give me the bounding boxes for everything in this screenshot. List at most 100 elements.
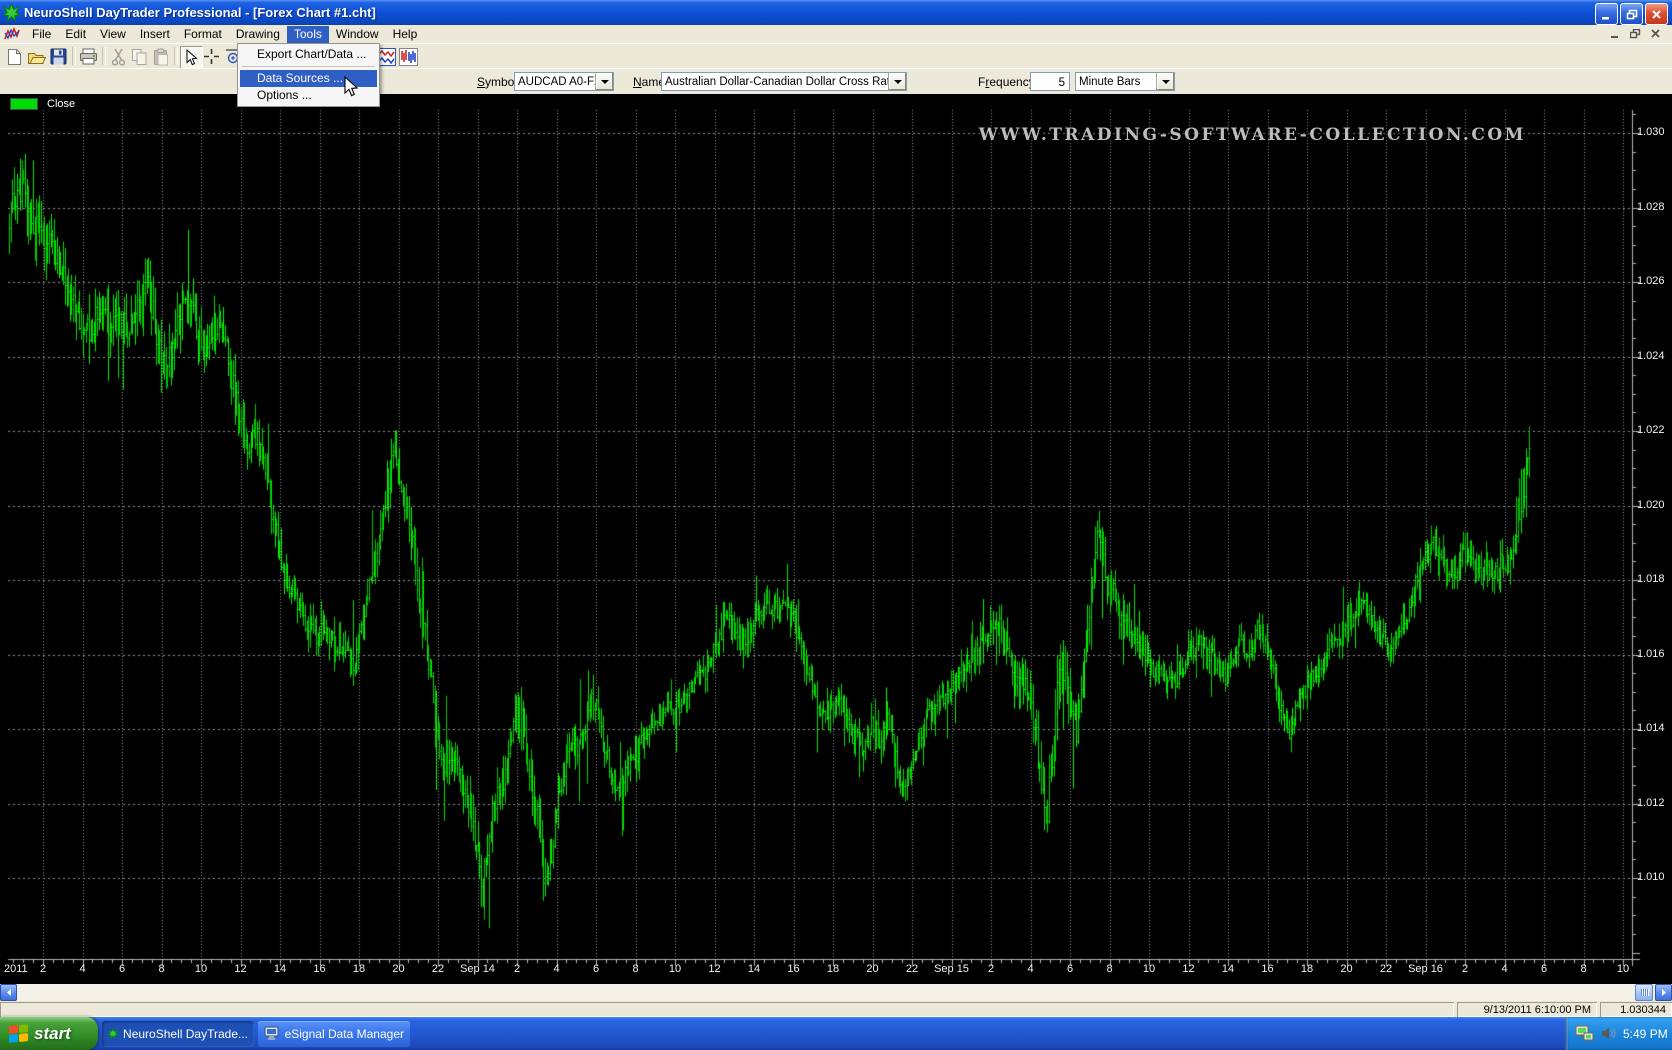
x-axis-label: 18 [353,963,365,975]
app-icon [3,4,20,21]
volume-tray-icon[interactable] [1601,1026,1617,1041]
restore-button[interactable] [1620,3,1643,25]
menu-help[interactable]: Help [386,26,425,43]
mdi-minimize-icon [1611,29,1621,39]
copy-button[interactable] [129,46,150,67]
x-axis-label: Sep 15 [934,963,969,975]
symbol-label: Symbol [477,75,517,89]
close-button[interactable] [1645,3,1668,25]
taskbar-clock: 5:49 PM [1623,1027,1668,1041]
x-axis-label: 14 [1222,963,1234,975]
minimize-icon [1601,9,1612,20]
menu-file[interactable]: File [25,26,58,43]
start-button[interactable]: start [0,1017,98,1050]
document-icon [4,27,20,41]
x-axis-label: 2011 [4,963,28,975]
symbol-value: AUDCAD A0-FX [515,76,595,88]
x-axis-label: 12 [234,963,246,975]
paste-button[interactable] [150,46,171,67]
x-axis-label: 10 [669,963,681,975]
x-axis-label: 4 [1501,963,1507,975]
x-axis-label: 12 [1182,963,1194,975]
arrow-right-icon [1660,988,1668,997]
pointer-icon [185,49,198,66]
chevron-down-icon [1162,80,1170,84]
bar-type-value: Minute Bars [1076,76,1156,88]
y-axis-label: 1.026 [1637,275,1665,287]
x-axis-label: 6 [593,963,599,975]
watermark: WWW.TRADING-SOFTWARE-COLLECTION.COM [979,125,1526,145]
scroll-left-button[interactable] [0,984,17,1001]
task-button-neuroshell[interactable]: NeuroShell DayTrade... [102,1021,254,1047]
new-document-button[interactable] [4,46,25,67]
mdi-close-button[interactable] [1647,26,1664,41]
system-tray: 5:49 PM [1565,1017,1672,1050]
scrollbar-thumb[interactable] [1635,984,1653,1001]
x-axis-label: 16 [1261,963,1273,975]
bar-type-combobox[interactable]: Minute Bars [1075,72,1175,91]
status-price: 1.030344 [1600,1002,1672,1017]
x-axis-label: 4 [553,963,559,975]
save-icon [50,48,67,65]
name-combobox[interactable]: Australian Dollar-Canadian Dollar Cross … [661,72,907,91]
x-axis-label: 20 [392,963,404,975]
mouse-cursor [343,76,359,98]
frequency-input[interactable] [1030,72,1070,91]
x-axis-label: 18 [1301,963,1313,975]
pointer-tool-button[interactable] [180,46,203,69]
start-label: start [34,1024,71,1044]
mdi-close-icon [1651,29,1661,39]
x-axis-label: 16 [313,963,325,975]
y-axis-label: 1.012 [1637,797,1665,809]
mdi-minimize-button[interactable] [1607,26,1624,41]
print-button[interactable] [78,46,99,67]
x-axis-label: 22 [1380,963,1392,975]
save-button[interactable] [48,46,69,67]
menu-view[interactable]: View [93,26,133,43]
x-axis-label: 8 [632,963,638,975]
menu-separator [242,66,375,67]
price-chart-canvas[interactable] [0,94,1672,984]
menu-window[interactable]: Window [329,26,386,43]
x-axis-label: 10 [1143,963,1155,975]
x-axis-label: 8 [158,963,164,975]
scroll-right-button[interactable] [1655,984,1672,1001]
menu-format[interactable]: Format [177,26,229,43]
bar-type-dropdown-arrow[interactable] [1156,73,1174,90]
menu-edit[interactable]: Edit [58,26,93,43]
chart-window: Close WWW.TRADING-SOFTWARE-COLLECTION.CO… [0,94,1672,984]
symbol-dropdown-arrow[interactable] [595,73,613,90]
close-icon [1651,9,1662,20]
y-axis-label: 1.018 [1637,573,1665,585]
title-bar[interactable]: NeuroShell DayTrader Professional - [For… [0,0,1672,25]
window-title: NeuroShell DayTrader Professional - [For… [24,5,376,20]
horizontal-scrollbar[interactable] [0,984,1672,1001]
status-bar: 9/13/2011 6:10:00 PM 1.030344 [0,1001,1672,1017]
x-axis-label: 20 [1340,963,1352,975]
bar-chart-button[interactable] [398,46,419,67]
print-icon [79,48,98,65]
x-axis-label: 2 [988,963,994,975]
network-tray-icon[interactable] [1575,1025,1595,1042]
esignal-task-icon [264,1026,280,1041]
cut-button[interactable] [108,46,129,67]
mdi-restore-button[interactable] [1627,26,1644,41]
crosshair-tool-button[interactable] [201,46,222,67]
menu-tools[interactable]: Tools [287,26,329,43]
menu-insert[interactable]: Insert [133,26,177,43]
open-folder-button[interactable] [26,46,47,67]
x-axis-label: 6 [119,963,125,975]
menu-drawing[interactable]: Drawing [229,26,287,43]
minimize-button[interactable] [1595,3,1618,25]
symbol-combobox[interactable]: AUDCAD A0-FX [514,72,614,91]
task-label: NeuroShell DayTrade... [123,1027,248,1041]
paste-icon [153,48,169,66]
y-axis-label: 1.010 [1637,871,1665,883]
x-axis-label: 18 [827,963,839,975]
menu-item-export-chart-data[interactable]: Export Chart/Data ... [240,46,377,63]
x-axis-label: 10 [1617,963,1629,975]
restore-icon [1626,9,1638,20]
copy-icon [131,48,148,66]
task-button-esignal[interactable]: eSignal Data Manager [258,1021,410,1047]
name-dropdown-arrow[interactable] [888,73,906,90]
